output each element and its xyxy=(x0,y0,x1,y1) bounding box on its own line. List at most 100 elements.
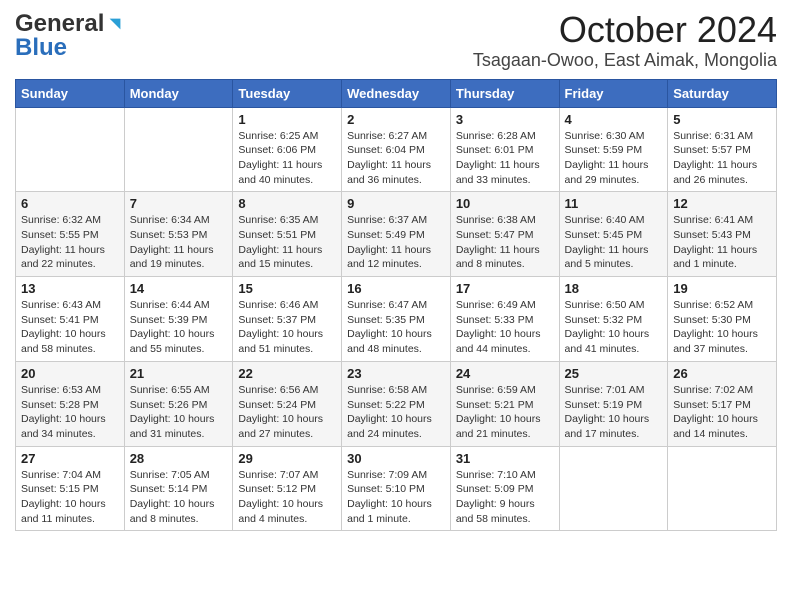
day-number: 29 xyxy=(238,451,336,466)
column-header-friday: Friday xyxy=(559,79,668,107)
calendar-week-row: 27 Sunrise: 7:04 AMSunset: 5:15 PMDayligh… xyxy=(16,446,777,531)
calendar-cell: 16 Sunrise: 6:47 AMSunset: 5:35 PMDayligh… xyxy=(342,277,451,362)
day-number: 31 xyxy=(456,451,554,466)
calendar-cell: 7 Sunrise: 6:34 AMSunset: 5:53 PMDaylight… xyxy=(124,192,233,277)
day-number: 27 xyxy=(21,451,119,466)
day-info: Sunrise: 6:47 AMSunset: 5:35 PMDaylight:… xyxy=(347,298,445,357)
day-info: Sunrise: 6:50 AMSunset: 5:32 PMDaylight:… xyxy=(565,298,663,357)
calendar-cell: 25 Sunrise: 7:01 AMSunset: 5:19 PMDayligh… xyxy=(559,361,668,446)
calendar-cell: 4 Sunrise: 6:30 AMSunset: 5:59 PMDaylight… xyxy=(559,107,668,192)
calendar-cell: 15 Sunrise: 6:46 AMSunset: 5:37 PMDayligh… xyxy=(233,277,342,362)
day-info: Sunrise: 6:40 AMSunset: 5:45 PMDaylight:… xyxy=(565,213,663,272)
calendar-cell: 1Sunrise: 6:25 AMSunset: 6:06 PMDaylight… xyxy=(233,107,342,192)
day-info: Sunrise: 6:55 AMSunset: 5:26 PMDaylight:… xyxy=(130,383,228,442)
calendar-week-row: 6 Sunrise: 6:32 AMSunset: 5:55 PMDaylight… xyxy=(16,192,777,277)
location-subtitle: Tsagaan-Owoo, East Aimak, Mongolia xyxy=(473,50,777,71)
calendar-cell: 3 Sunrise: 6:28 AMSunset: 6:01 PMDaylight… xyxy=(450,107,559,192)
calendar-cell xyxy=(16,107,125,192)
day-info: Sunrise: 7:10 AMSunset: 5:09 PMDaylight:… xyxy=(456,468,554,527)
day-number: 5 xyxy=(673,112,771,127)
day-number: 15 xyxy=(238,281,336,296)
calendar-header-row: SundayMondayTuesdayWednesdayThursdayFrid… xyxy=(16,79,777,107)
day-number: 6 xyxy=(21,196,119,211)
day-number: 10 xyxy=(456,196,554,211)
day-info: Sunrise: 6:27 AMSunset: 6:04 PMDaylight:… xyxy=(347,129,445,188)
day-info: Sunrise: 6:31 AMSunset: 5:57 PMDaylight:… xyxy=(673,129,771,188)
day-number: 25 xyxy=(565,366,663,381)
calendar-table: SundayMondayTuesdayWednesdayThursdayFrid… xyxy=(15,79,777,532)
day-number: 20 xyxy=(21,366,119,381)
title-section: October 2024 Tsagaan-Owoo, East Aimak, M… xyxy=(473,10,777,71)
day-info: Sunrise: 7:01 AMSunset: 5:19 PMDaylight:… xyxy=(565,383,663,442)
day-number: 19 xyxy=(673,281,771,296)
calendar-cell: 29Sunrise: 7:07 AMSunset: 5:12 PMDayligh… xyxy=(233,446,342,531)
day-number: 17 xyxy=(456,281,554,296)
day-number: 23 xyxy=(347,366,445,381)
calendar-cell: 28 Sunrise: 7:05 AMSunset: 5:14 PMDayligh… xyxy=(124,446,233,531)
calendar-cell: 10 Sunrise: 6:38 AMSunset: 5:47 PMDayligh… xyxy=(450,192,559,277)
logo-arrow-icon xyxy=(106,15,124,33)
calendar-week-row: 20 Sunrise: 6:53 AMSunset: 5:28 PMDayligh… xyxy=(16,361,777,446)
day-info: Sunrise: 6:38 AMSunset: 5:47 PMDaylight:… xyxy=(456,213,554,272)
day-number: 8 xyxy=(238,196,336,211)
day-number: 3 xyxy=(456,112,554,127)
day-info: Sunrise: 7:04 AMSunset: 5:15 PMDaylight:… xyxy=(21,468,119,527)
day-info: Sunrise: 6:43 AMSunset: 5:41 PMDaylight:… xyxy=(21,298,119,357)
calendar-cell: 5 Sunrise: 6:31 AMSunset: 5:57 PMDaylight… xyxy=(668,107,777,192)
day-number: 12 xyxy=(673,196,771,211)
day-info: Sunrise: 6:28 AMSunset: 6:01 PMDaylight:… xyxy=(456,129,554,188)
day-info: Sunrise: 6:32 AMSunset: 5:55 PMDaylight:… xyxy=(21,213,119,272)
calendar-cell: 19Sunrise: 6:52 AMSunset: 5:30 PMDayligh… xyxy=(668,277,777,362)
day-number: 7 xyxy=(130,196,228,211)
calendar-cell: 17 Sunrise: 6:49 AMSunset: 5:33 PMDayligh… xyxy=(450,277,559,362)
day-number: 14 xyxy=(130,281,228,296)
day-info: Sunrise: 6:30 AMSunset: 5:59 PMDaylight:… xyxy=(565,129,663,188)
day-number: 26 xyxy=(673,366,771,381)
day-info: Sunrise: 7:05 AMSunset: 5:14 PMDaylight:… xyxy=(130,468,228,527)
day-number: 4 xyxy=(565,112,663,127)
calendar-cell: 31 Sunrise: 7:10 AMSunset: 5:09 PMDayligh… xyxy=(450,446,559,531)
day-number: 28 xyxy=(130,451,228,466)
calendar-cell: 24 Sunrise: 6:59 AMSunset: 5:21 PMDayligh… xyxy=(450,361,559,446)
day-number: 30 xyxy=(347,451,445,466)
day-number: 24 xyxy=(456,366,554,381)
calendar-cell: 22Sunrise: 6:56 AMSunset: 5:24 PMDayligh… xyxy=(233,361,342,446)
column-header-monday: Monday xyxy=(124,79,233,107)
day-number: 22 xyxy=(238,366,336,381)
day-info: Sunrise: 6:34 AMSunset: 5:53 PMDaylight:… xyxy=(130,213,228,272)
day-number: 13 xyxy=(21,281,119,296)
calendar-cell: 6 Sunrise: 6:32 AMSunset: 5:55 PMDaylight… xyxy=(16,192,125,277)
day-info: Sunrise: 6:59 AMSunset: 5:21 PMDaylight:… xyxy=(456,383,554,442)
calendar-cell xyxy=(668,446,777,531)
calendar-cell: 11 Sunrise: 6:40 AMSunset: 5:45 PMDayligh… xyxy=(559,192,668,277)
day-info: Sunrise: 7:02 AMSunset: 5:17 PMDaylight:… xyxy=(673,383,771,442)
calendar-cell: 8 Sunrise: 6:35 AMSunset: 5:51 PMDaylight… xyxy=(233,192,342,277)
calendar-cell: 27 Sunrise: 7:04 AMSunset: 5:15 PMDayligh… xyxy=(16,446,125,531)
day-info: Sunrise: 6:35 AMSunset: 5:51 PMDaylight:… xyxy=(238,213,336,272)
day-info: Sunrise: 6:46 AMSunset: 5:37 PMDaylight:… xyxy=(238,298,336,357)
day-number: 11 xyxy=(565,196,663,211)
logo-blue: Blue xyxy=(15,34,67,62)
day-number: 1 xyxy=(238,112,336,127)
day-number: 16 xyxy=(347,281,445,296)
column-header-sunday: Sunday xyxy=(16,79,125,107)
calendar-cell: 18 Sunrise: 6:50 AMSunset: 5:32 PMDayligh… xyxy=(559,277,668,362)
day-info: Sunrise: 6:53 AMSunset: 5:28 PMDaylight:… xyxy=(21,383,119,442)
calendar-week-row: 13 Sunrise: 6:43 AMSunset: 5:41 PMDayligh… xyxy=(16,277,777,362)
day-info: Sunrise: 6:41 AMSunset: 5:43 PMDaylight:… xyxy=(673,213,771,272)
page-header: General Blue October 2024 Tsagaan-Owoo, … xyxy=(15,10,777,71)
calendar-cell: 20 Sunrise: 6:53 AMSunset: 5:28 PMDayligh… xyxy=(16,361,125,446)
calendar-cell: 26 Sunrise: 7:02 AMSunset: 5:17 PMDayligh… xyxy=(668,361,777,446)
calendar-cell xyxy=(559,446,668,531)
day-number: 18 xyxy=(565,281,663,296)
calendar-cell: 30 Sunrise: 7:09 AMSunset: 5:10 PMDayligh… xyxy=(342,446,451,531)
day-info: Sunrise: 6:49 AMSunset: 5:33 PMDaylight:… xyxy=(456,298,554,357)
calendar-cell: 21Sunrise: 6:55 AMSunset: 5:26 PMDayligh… xyxy=(124,361,233,446)
column-header-thursday: Thursday xyxy=(450,79,559,107)
column-header-wednesday: Wednesday xyxy=(342,79,451,107)
logo: General Blue xyxy=(15,10,124,62)
day-info: Sunrise: 7:09 AMSunset: 5:10 PMDaylight:… xyxy=(347,468,445,527)
calendar-week-row: 1Sunrise: 6:25 AMSunset: 6:06 PMDaylight… xyxy=(16,107,777,192)
calendar-cell: 14Sunrise: 6:44 AMSunset: 5:39 PMDayligh… xyxy=(124,277,233,362)
day-info: Sunrise: 6:37 AMSunset: 5:49 PMDaylight:… xyxy=(347,213,445,272)
